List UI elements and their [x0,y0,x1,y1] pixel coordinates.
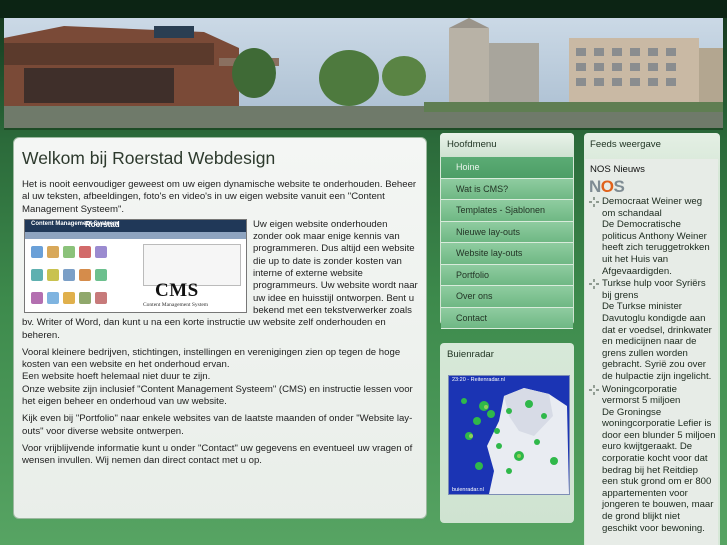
tile-icon [31,245,43,258]
feed-bullet-icon [589,279,599,290]
tile-icon [79,291,91,304]
menu-item-nieuwe-lay-outs[interactable]: Nieuwe lay-outs [441,221,573,243]
nos-logo-o: O [600,177,614,196]
feed-list: Democraat Weiner weg om schandaal De Dem… [588,196,716,535]
tile-icon [31,291,43,304]
tile-icon [63,291,75,304]
main-menu-title: Hoofdmenu [440,133,574,157]
menu-item-templates[interactable]: Templates - Sjablonen [441,200,573,222]
cms-logo-subtitle: Content Management System [143,301,209,308]
tile-icon [31,268,43,281]
feed-item-description: De Turkse minister Davutoglu kondigde aa… [602,301,712,382]
menu-item-website-lay-outs[interactable]: Website lay-outs [441,243,573,265]
menu-item-portfolio[interactable]: Portfolio [441,264,573,286]
cms-logo-text: CMS [155,279,199,301]
feed-source-label: NOS Nieuws [590,164,645,175]
tile-icon [63,245,75,258]
body-text: Vooral kleinere bedrijven, stichtingen, … [22,346,401,371]
top-bar [0,0,727,18]
cms-screenshot-title: Roerstad [85,219,120,229]
buienradar-title: Buienradar [447,349,494,360]
body-paragraph: Vooral kleinere bedrijven, stichtingen, … [22,347,418,408]
buienradar-widget: Buienradar 23:20 - Reitenradar.nl buienr… [440,343,574,523]
nos-logo: NOS [589,177,625,197]
tile-icon [47,268,59,281]
menu-item-over-ons[interactable]: Over ons [441,286,573,308]
feed-item-title[interactable]: Democraat Weiner weg om schandaal [602,196,716,219]
feed-item-title[interactable]: Woningcorporatie vermorst 5 miljoen [602,384,716,407]
header-photo [4,18,723,128]
feed-item-description: De Democratische politicus Anthony Weine… [602,219,710,277]
tile-icon [95,268,107,281]
tile-icon [95,291,107,304]
menu-item-wat-is-cms[interactable]: Wat is CMS? [441,178,573,200]
feed-item: Democraat Weiner weg om schandaal De Dem… [588,196,716,277]
tile-icon [63,268,75,281]
tile-icon [95,245,107,258]
radar-caption: 23:20 - Reitenradar.nl [452,377,505,383]
body-paragraph: Kijk even bij "Portfolio" naar enkele we… [22,413,413,437]
menu-item-contact[interactable]: Contact [441,307,573,329]
main-content: Welkom bij Roerstad Webdesign Het is noo… [13,137,427,519]
menu-item-home[interactable]: Hoine [441,157,573,179]
radar-map-image [449,376,569,494]
tile-icon [47,245,59,258]
feeds-title: Feeds weergave [590,139,661,150]
feeds-widget: Feeds weergave NOS Nieuws NOS Democraat … [584,133,720,545]
nos-logo-s: S [613,177,625,196]
main-menu: Hoofdmenu Hoine Wat is CMS? Templates - … [440,133,574,329]
feeds-content: NOS Nieuws NOS Democraat Weiner weg om s… [585,159,718,545]
radar-footer: buienradar.nl [452,487,484,493]
feed-item: Turkse hulp voor Syriërs bij grens De Tu… [588,278,716,382]
cms-screenshot-tiles [31,244,131,304]
feed-item-title[interactable]: Turkse hulp voor Syriërs bij grens [602,278,716,301]
feed-item: Woningcorporatie vermorst 5 miljoen De G… [588,384,716,535]
feed-bullet-icon [589,197,599,207]
intro-paragraph: Het is nooit eenvoudiger geweest om uw e… [22,179,417,215]
cms-screenshot-menu [25,231,246,239]
tile-icon [47,291,59,304]
body-text: Een website hoeft helemaal niet duur te … [22,371,211,383]
page-title: Welkom bij Roerstad Webdesign [22,148,276,168]
feed-bullet-icon [589,384,599,395]
body-paragraph: Voor vrijblijvende informatie kunt u ond… [22,442,413,467]
tile-icon [79,268,91,281]
cms-screenshot-image: Content Management Systeem Roerstad CMS … [24,218,247,313]
buienradar-map[interactable]: 23:20 - Reitenradar.nl buienradar.nl [448,375,570,495]
header-banner [4,18,723,130]
nos-logo-n: N [589,177,601,196]
feed-item-description: De Groningse woningcorporatie Lefier is … [602,406,716,534]
body-text: Onze website zijn inclusief "Content Man… [22,383,413,408]
tile-icon [79,245,91,258]
